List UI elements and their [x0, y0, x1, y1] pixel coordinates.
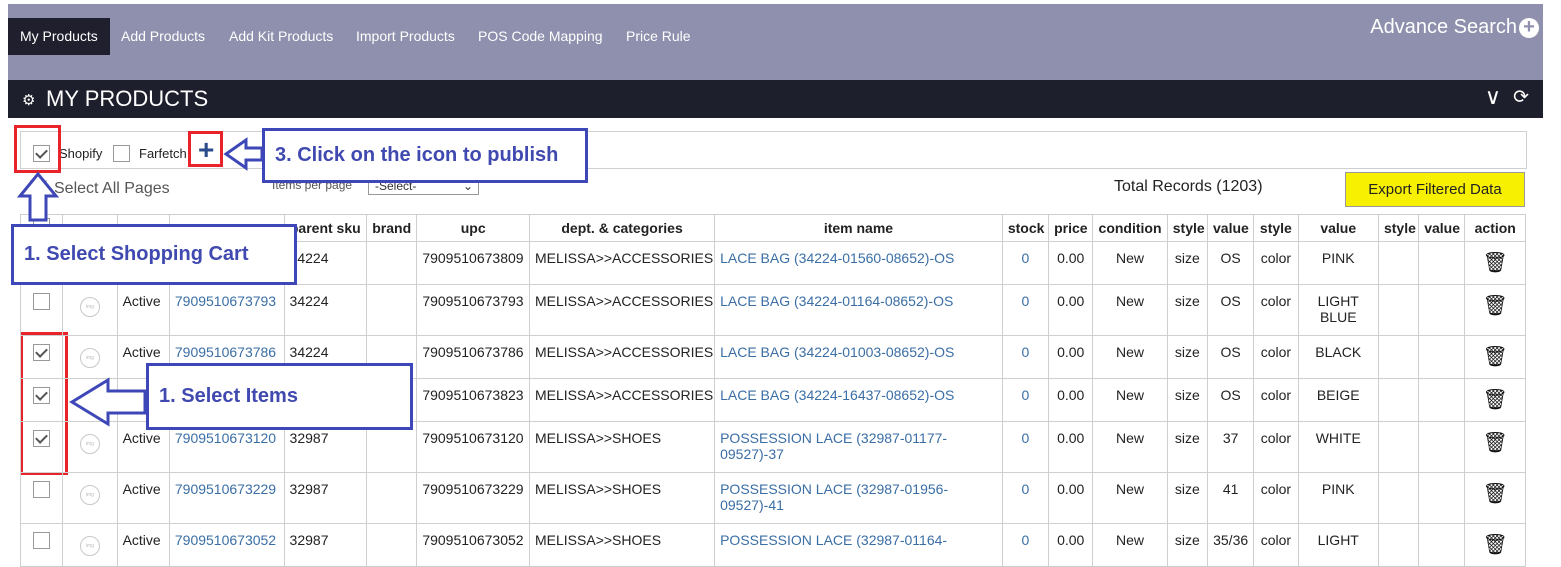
- arrow-up-icon: [16, 171, 60, 222]
- arrow-left-icon: [69, 377, 147, 427]
- arrow-left-icon: [223, 137, 264, 171]
- annotation-arrows: [16, 137, 264, 427]
